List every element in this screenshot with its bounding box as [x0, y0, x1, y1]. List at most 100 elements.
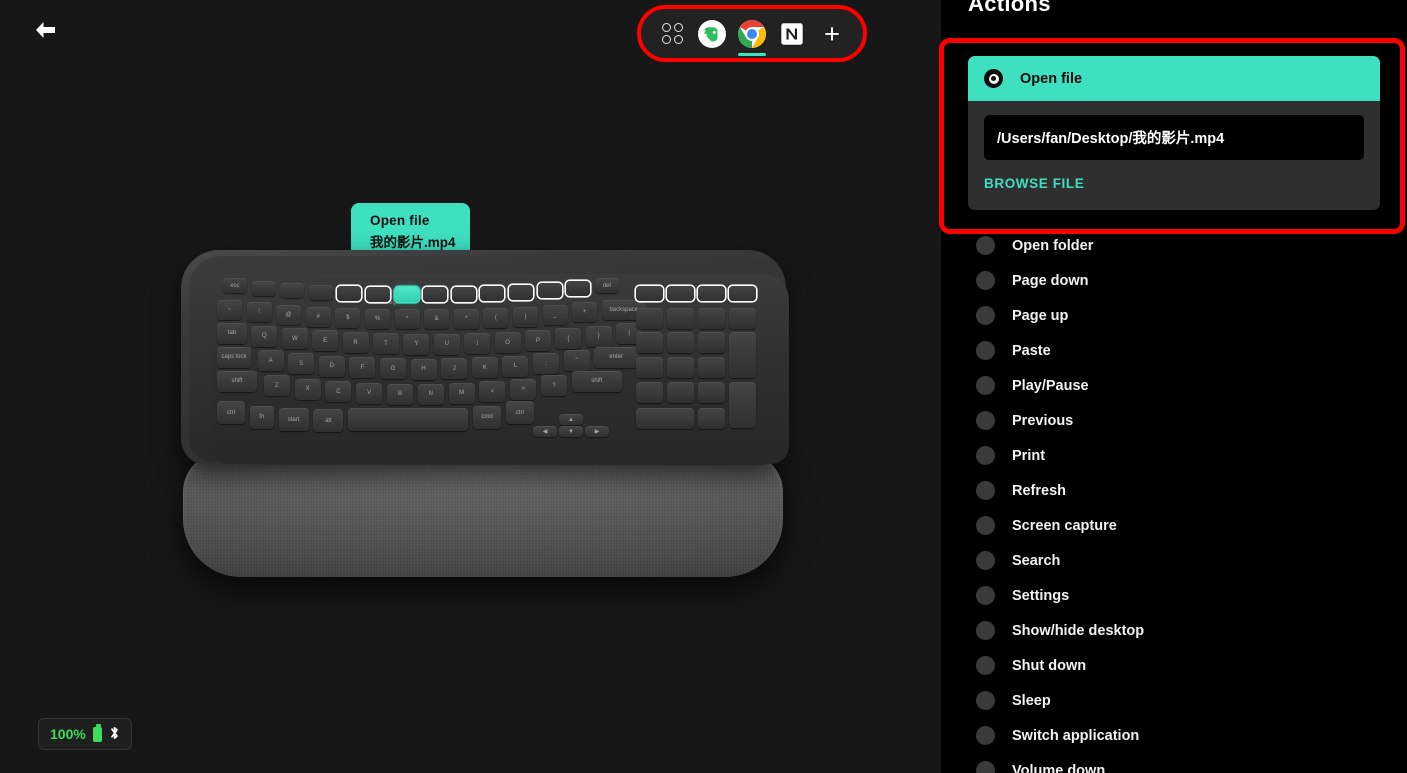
keyboard-key[interactable]: S [288, 353, 315, 375]
keyboard-key[interactable]: A [257, 350, 284, 372]
keyboard-key[interactable]: I [464, 333, 491, 355]
keyboard-key[interactable] [729, 332, 756, 378]
keyboard-key[interactable]: esc [223, 278, 247, 294]
keyboard-key[interactable]: tab [217, 322, 247, 344]
keyboard-key[interactable] [308, 284, 333, 300]
radio-unselected-icon[interactable] [976, 271, 995, 290]
keyboard-key[interactable]: ▼ [559, 426, 583, 437]
keyboard-key[interactable]: shift [217, 370, 257, 392]
radio-unselected-icon[interactable] [976, 446, 995, 465]
radio-unselected-icon[interactable] [976, 411, 995, 430]
keyboard-key[interactable] [394, 287, 419, 303]
keyboard-key[interactable] [698, 382, 725, 403]
keyboard-key[interactable]: L [502, 355, 529, 377]
keyboard-key[interactable] [348, 408, 469, 432]
keyboard-key[interactable]: { [555, 328, 582, 350]
radio-unselected-icon[interactable] [976, 481, 995, 500]
keyboard-key[interactable] [337, 286, 362, 302]
keyboard-key[interactable] [423, 287, 448, 303]
radio-unselected-icon[interactable] [976, 516, 995, 535]
keyboard-key[interactable]: J [441, 358, 468, 380]
action-option-row[interactable]: Sleep [941, 683, 1407, 718]
keyboard-key[interactable] [366, 286, 390, 302]
keyboard-key[interactable]: } [585, 325, 612, 347]
app-item-add[interactable]: + [817, 14, 847, 54]
keyboard-key[interactable]: ? [541, 375, 567, 397]
action-option-row[interactable]: Search [941, 543, 1407, 578]
action-option-open-file[interactable]: Open file [968, 56, 1380, 101]
radio-unselected-icon[interactable] [976, 621, 995, 640]
keyboard-key[interactable]: & [424, 309, 450, 330]
back-button[interactable] [28, 16, 62, 44]
keyboard-key[interactable] [537, 283, 562, 299]
keyboard-key[interactable] [698, 286, 725, 301]
keyboard-key[interactable]: ~ [217, 299, 242, 320]
keyboard-key[interactable]: ctrl [217, 401, 245, 425]
keyboard-key[interactable]: Z [263, 375, 290, 397]
action-option-row[interactable]: Play/Pause [941, 368, 1407, 403]
keyboard-key[interactable]: K [471, 357, 498, 379]
keyboard-key[interactable]: caps lock [217, 346, 251, 368]
keyboard-key[interactable] [698, 332, 725, 353]
keyboard-key[interactable]: R [342, 332, 369, 354]
keyboard-key[interactable] [698, 408, 725, 429]
keyboard-key[interactable]: : [533, 353, 559, 375]
app-item-apps-grid[interactable] [657, 14, 687, 54]
keyboard-key[interactable] [698, 308, 725, 329]
app-item-chrome[interactable] [737, 14, 767, 56]
keyboard-key[interactable]: X [294, 378, 321, 400]
keyboard-key[interactable]: Y [403, 333, 430, 355]
radio-unselected-icon[interactable] [976, 761, 995, 773]
action-option-row[interactable]: Shut down [941, 648, 1407, 683]
keyboard-key[interactable]: start [278, 408, 309, 432]
keyboard-key[interactable]: T [373, 333, 399, 355]
keyboard-key[interactable] [698, 357, 725, 378]
keyboard-key[interactable]: Q [251, 325, 278, 347]
keyboard-key[interactable] [280, 283, 305, 299]
radio-unselected-icon[interactable] [976, 341, 995, 360]
keyboard-key[interactable]: E [312, 330, 339, 352]
keyboard-key[interactable]: G [380, 358, 406, 380]
keyboard-key[interactable]: P [525, 330, 551, 352]
keyboard-key[interactable]: ◀ [533, 426, 557, 437]
keyboard-key[interactable]: B [387, 383, 413, 405]
keyboard-key[interactable]: > [510, 378, 537, 400]
action-option-row[interactable]: Switch application [941, 718, 1407, 753]
keyboard-key[interactable] [509, 284, 533, 300]
keyboard-key[interactable] [636, 357, 663, 378]
keyboard-key[interactable]: + [572, 302, 598, 323]
keyboard-key[interactable] [636, 286, 663, 301]
radio-unselected-icon[interactable] [976, 551, 995, 570]
keyboard-key[interactable]: O [494, 332, 521, 354]
keyboard-key[interactable]: " [563, 350, 590, 372]
keyboard-key[interactable] [667, 308, 694, 329]
keyboard-key[interactable]: ^ [394, 309, 420, 330]
keyboard-key[interactable]: < [479, 381, 506, 403]
keyboard-key[interactable]: W [281, 328, 308, 350]
keyboard-key[interactable]: ! [246, 302, 272, 323]
radio-unselected-icon[interactable] [976, 306, 995, 325]
keyboard-key[interactable]: cmd [473, 405, 501, 429]
action-option-row[interactable]: Volume down [941, 753, 1407, 773]
keyboard-key[interactable]: U [433, 333, 460, 355]
action-option-row[interactable]: Page down [941, 263, 1407, 298]
keyboard-key[interactable]: @ [276, 304, 302, 325]
keyboard-key[interactable]: ▶ [585, 426, 609, 437]
action-option-row[interactable]: Previous [941, 403, 1407, 438]
keyboard-key[interactable] [566, 280, 591, 296]
action-option-row[interactable]: Show/hide desktop [941, 613, 1407, 648]
keyboard-key[interactable]: ctrl [505, 401, 534, 425]
keyboard-key[interactable]: $ [335, 308, 361, 329]
keyboard-key[interactable]: H [410, 358, 437, 380]
action-option-row[interactable]: Open folder [941, 228, 1407, 263]
keyboard-key[interactable]: D [318, 355, 345, 377]
keyboard-key[interactable]: # [305, 306, 331, 327]
keyboard-key[interactable]: C [325, 381, 352, 403]
action-option-row[interactable]: Settings [941, 578, 1407, 613]
keyboard-key[interactable] [636, 308, 663, 329]
keyboard-key[interactable]: F [349, 357, 376, 379]
app-item-notion[interactable] [777, 14, 807, 54]
keyboard-key[interactable] [667, 332, 694, 353]
action-option-row[interactable]: Print [941, 438, 1407, 473]
action-option-row[interactable]: Paste [941, 333, 1407, 368]
